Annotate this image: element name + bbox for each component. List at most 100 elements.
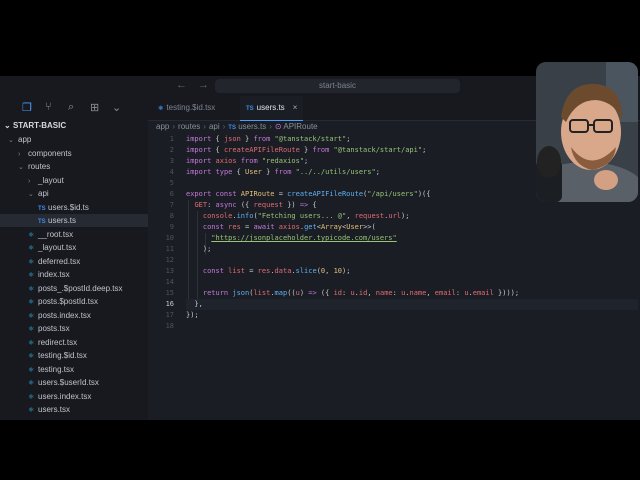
- breadcrumb-item[interactable]: users.ts: [238, 122, 266, 131]
- tree-item[interactable]: TS users.ts: [0, 214, 148, 227]
- chevron-down-icon: ⌄: [8, 137, 14, 144]
- back-arrow-icon[interactable]: ←: [176, 79, 187, 91]
- line-number: 7: [169, 201, 174, 209]
- react-file-icon: ⚛: [28, 258, 35, 266]
- presenter-image: [536, 62, 638, 202]
- tree-item[interactable]: ⚛ users.$userId.tsx: [0, 376, 148, 389]
- tree-item[interactable]: ⚛ users.tsx: [0, 403, 148, 416]
- tree-item[interactable]: ⌄ api: [0, 187, 148, 200]
- explorer-sidebar: ⌄ START-BASIC ⌄ app › components ⌄ routes › _la…: [0, 120, 148, 420]
- breadcrumb: app › routes › api › TS users.ts › ⊙ APIRoute: [156, 122, 318, 131]
- react-file-icon: ⚛: [28, 326, 35, 333]
- line-number: 4: [169, 168, 174, 176]
- react-file-icon: ⚛: [28, 245, 35, 252]
- webcam-overlay: [536, 62, 638, 202]
- line-number: 15: [165, 289, 174, 297]
- files-icon[interactable]: ❐: [22, 101, 32, 114]
- tree-item-label: api: [38, 189, 49, 198]
- typescript-file-icon: TS: [246, 106, 254, 112]
- react-file-icon: ⚛: [28, 339, 35, 347]
- tree-item-label: components: [28, 148, 72, 158]
- line-number: 14: [165, 278, 174, 286]
- code-line: return json(list.map((u) => ({ id: u.id,…: [202, 289, 520, 297]
- line-number: 13: [165, 267, 174, 275]
- line-number: 6: [169, 190, 174, 198]
- tree-item-label: _layout.tsx: [38, 243, 77, 252]
- tree-item-label: users.tsx: [38, 405, 71, 414]
- video-letterbox-bottom: [0, 420, 640, 480]
- tree-item[interactable]: ⚛ testing.$id.tsx: [0, 349, 148, 362]
- tree-item[interactable]: ⚛ posts.$postId.tsx: [0, 295, 148, 308]
- tree-item-label: posts_.$postId.deep.tsx: [38, 283, 123, 293]
- tree-item[interactable]: ⚛ posts_.$postId.deep.tsx: [0, 282, 148, 295]
- symbol-icon: ⊙: [274, 122, 282, 131]
- react-file-icon: ⚛: [28, 366, 35, 374]
- code-line: import type { User } from "../../utils/u…: [186, 168, 380, 176]
- tree-item[interactable]: ⚛ _layout.tsx: [0, 241, 148, 254]
- react-file-icon: ⚛: [28, 272, 35, 279]
- tree-item-label: posts.$postId.tsx: [38, 297, 99, 306]
- line-number: 16: [165, 300, 174, 308]
- forward-arrow-icon[interactable]: →: [198, 79, 209, 91]
- chevron-right-icon: ›: [28, 177, 31, 185]
- tree-item[interactable]: ⌄ app: [0, 133, 148, 146]
- chevron-down-icon[interactable]: ⌄: [112, 101, 121, 114]
- line-number: 1: [169, 135, 174, 143]
- breadcrumb-item[interactable]: app: [156, 122, 169, 131]
- tree-item-label: testing.$id.tsx: [38, 351, 87, 360]
- chevron-down-icon: ⌄: [28, 191, 34, 198]
- chevron-right-icon: ›: [18, 150, 21, 158]
- tree-item-label: redirect.tsx: [38, 337, 78, 347]
- tree-item[interactable]: ⚛ index.tsx: [0, 268, 148, 281]
- tab-label: users.ts: [256, 103, 285, 112]
- close-icon[interactable]: ×: [293, 103, 298, 112]
- line-number: 8: [169, 212, 174, 220]
- tree-item-label: users.ts: [48, 216, 77, 225]
- code-line: console.info("Fetching users... @", requ…: [202, 212, 410, 220]
- tree-item-label: users.$userId.tsx: [38, 378, 99, 387]
- tree-item[interactable]: ⚛ users.index.tsx: [0, 390, 148, 403]
- breadcrumb-item[interactable]: api: [209, 122, 220, 131]
- breadcrumb-item[interactable]: APIRoute: [283, 122, 317, 131]
- code-line: import { json } from "@tanstack/start";: [186, 135, 351, 143]
- tree-item[interactable]: TS users.$id.ts: [0, 201, 148, 214]
- explorer-root[interactable]: ⌄ START-BASIC: [4, 120, 66, 132]
- tree-item-label: posts.index.tsx: [38, 310, 91, 320]
- line-number: 3: [169, 157, 174, 165]
- breadcrumb-item[interactable]: routes: [178, 122, 200, 131]
- tree-item[interactable]: ⚛ posts.tsx: [0, 322, 148, 335]
- tree-item-label: users.$id.ts: [48, 202, 89, 212]
- tab-users-ts[interactable]: TS users.ts ×: [240, 96, 304, 121]
- tree-item[interactable]: ⚛ testing.tsx: [0, 363, 148, 376]
- code-line: "https://jsonplaceholder.typicode.com/us…: [211, 234, 397, 242]
- tree-item[interactable]: ⚛ posts.index.tsx: [0, 309, 148, 322]
- tree-item-label: app: [18, 135, 32, 144]
- line-number: 2: [169, 146, 174, 154]
- tree-item[interactable]: ⚛ redirect.tsx: [0, 336, 148, 349]
- tree-item[interactable]: ⚛ deferred.tsx: [0, 255, 148, 268]
- line-number: 17: [165, 311, 174, 319]
- react-file-icon: ⚛: [28, 231, 35, 239]
- react-file-icon: ⚛: [28, 353, 35, 360]
- search-input[interactable]: start-basic: [215, 79, 460, 93]
- source-control-icon[interactable]: ⑂: [45, 101, 52, 113]
- tree-item-label: testing.tsx: [38, 364, 75, 374]
- tree-item[interactable]: ⌄ routes: [0, 160, 148, 173]
- search-icon[interactable]: ⌕: [68, 101, 74, 114]
- react-file-icon: ⚛: [28, 299, 35, 306]
- code-line: export const APIRoute = createAPIFileRou…: [186, 190, 431, 198]
- extensions-icon[interactable]: ⊞: [90, 101, 99, 114]
- tree-item-label: _layout: [38, 175, 64, 185]
- tree-item-label: deferred.tsx: [38, 256, 81, 266]
- tree-item[interactable]: › _layout: [0, 174, 148, 187]
- tree-item-label: __root.tsx: [38, 229, 74, 239]
- tree-item[interactable]: › components: [0, 147, 148, 160]
- tree-item-label: posts.tsx: [38, 324, 70, 333]
- line-number: 12: [165, 256, 174, 264]
- code-line: import axios from "redaxios";: [186, 157, 309, 165]
- line-number: 18: [165, 322, 174, 330]
- tab-testing-id[interactable]: ⚛ testing.$id.tsx: [152, 96, 221, 120]
- activity-bar: ❐ ⑂ ⌕ ⊞ ⌄: [0, 96, 148, 120]
- tree-item[interactable]: ⚛ __root.tsx: [0, 228, 148, 241]
- code-line: });: [186, 311, 199, 319]
